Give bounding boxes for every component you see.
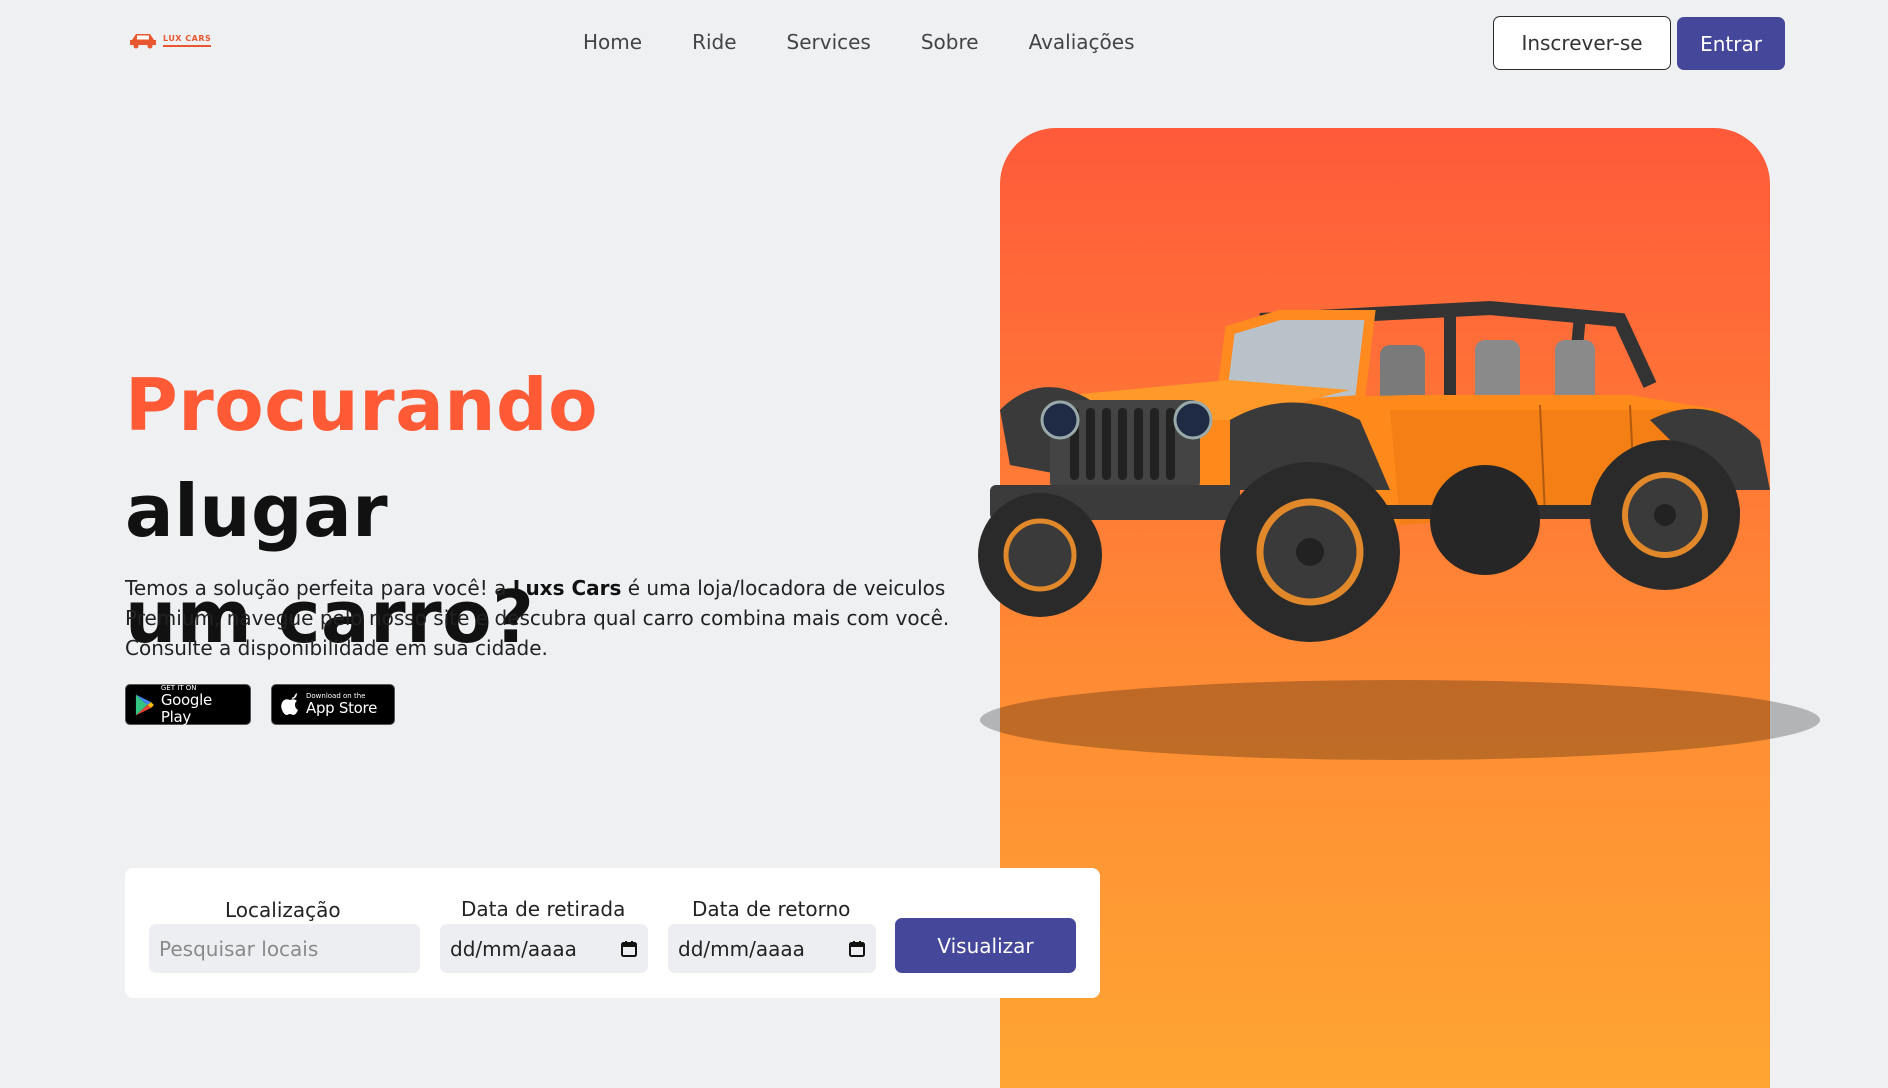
orange-jeep-image — [978, 300, 1820, 760]
lead-text-1: Temos a solução perfeita para você! a — [125, 576, 513, 600]
logo-text: LUX CARS — [163, 34, 212, 47]
nav-ride[interactable]: Ride — [692, 30, 736, 54]
car-logo-icon — [130, 34, 156, 49]
pickup-date-input[interactable]: dd/mm/aaaa — [440, 924, 648, 973]
location-placeholder: Pesquisar locais — [159, 936, 319, 961]
nav-services[interactable]: Services — [787, 30, 871, 54]
return-date-input[interactable]: dd/mm/aaaa — [668, 924, 876, 973]
search-card: Localização Data de retirada Data de ret… — [125, 868, 1100, 998]
main-nav: Home Ride Services Sobre Avaliações — [583, 30, 1135, 54]
pickup-date-label: Data de retirada — [461, 897, 626, 921]
nav-sobre[interactable]: Sobre — [921, 30, 979, 54]
google-play-icon — [135, 694, 154, 715]
login-button[interactable]: Entrar — [1677, 17, 1785, 70]
app-store-big: App Store — [306, 699, 378, 717]
calendar-icon[interactable] — [620, 940, 638, 958]
hero-description: Temos a solução perfeita para você! a Lu… — [125, 573, 965, 663]
nav-avaliacoes[interactable]: Avaliações — [1029, 30, 1135, 54]
location-search-input[interactable]: Pesquisar locais — [149, 924, 420, 973]
headline-part-1: alugar — [125, 469, 389, 553]
pickup-date-value: dd/mm/aaaa — [450, 936, 577, 961]
google-play-big: Google Play — [160, 690, 212, 726]
calendar-icon[interactable] — [848, 940, 866, 958]
signup-button[interactable]: Inscrever-se — [1493, 16, 1671, 70]
visualizar-button[interactable]: Visualizar — [895, 918, 1076, 973]
return-date-value: dd/mm/aaaa — [678, 936, 805, 961]
nav-home[interactable]: Home — [583, 30, 642, 54]
app-store-badge[interactable]: Download on the App Store — [271, 684, 395, 725]
headline-accent: Procurando — [125, 363, 599, 447]
lead-brand: Luxs Cars — [512, 576, 622, 600]
google-play-badge[interactable]: GET IT ON Google Play — [125, 684, 251, 725]
return-date-label: Data de retorno — [692, 897, 851, 921]
location-label: Localização — [225, 898, 341, 922]
logo[interactable]: LUX CARS — [129, 27, 221, 53]
apple-icon — [281, 692, 298, 715]
